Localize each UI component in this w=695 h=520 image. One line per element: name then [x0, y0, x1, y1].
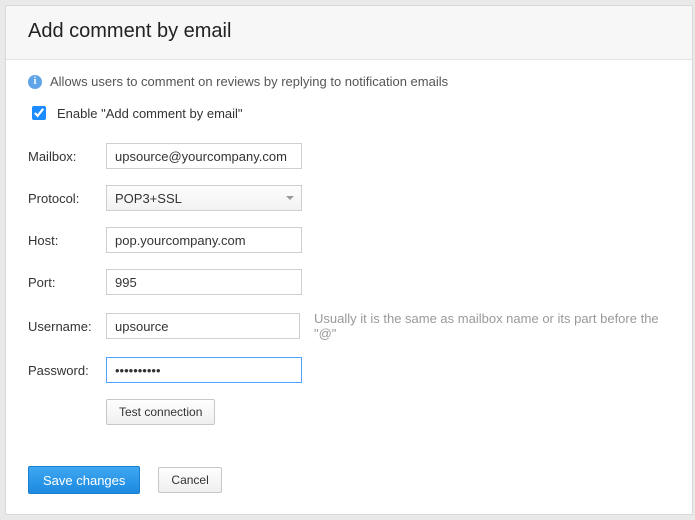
- enable-label: Enable "Add comment by email": [57, 106, 243, 121]
- host-input[interactable]: [106, 227, 302, 253]
- port-input[interactable]: [106, 269, 302, 295]
- info-row: i Allows users to comment on reviews by …: [28, 74, 670, 89]
- enable-checkbox[interactable]: [32, 106, 46, 120]
- info-icon: i: [28, 75, 42, 89]
- cancel-button[interactable]: Cancel: [158, 467, 221, 493]
- username-hint: Usually it is the same as mailbox name o…: [314, 311, 670, 341]
- username-label: Username:: [28, 319, 106, 334]
- port-label: Port:: [28, 275, 106, 290]
- mailbox-row: Mailbox:: [28, 143, 670, 169]
- protocol-select[interactable]: POP3+SSL: [106, 185, 302, 211]
- password-input[interactable]: [106, 357, 302, 383]
- password-label: Password:: [28, 363, 106, 378]
- panel-body: i Allows users to comment on reviews by …: [6, 60, 692, 425]
- protocol-row: Protocol: POP3+SSL: [28, 185, 670, 211]
- protocol-label: Protocol:: [28, 191, 106, 206]
- mailbox-input[interactable]: [106, 143, 302, 169]
- page-title: Add comment by email: [28, 20, 670, 43]
- port-row: Port:: [28, 269, 670, 295]
- footer-actions: Save changes Cancel: [28, 466, 222, 494]
- save-button[interactable]: Save changes: [28, 466, 140, 494]
- host-label: Host:: [28, 233, 106, 248]
- username-input[interactable]: [106, 313, 300, 339]
- password-row: Password:: [28, 357, 670, 383]
- enable-checkbox-row: Enable "Add comment by email": [28, 103, 670, 123]
- protocol-value: POP3+SSL: [115, 191, 182, 206]
- mailbox-label: Mailbox:: [28, 149, 106, 164]
- add-comment-by-email-panel: Add comment by email i Allows users to c…: [5, 5, 693, 515]
- test-connection-row: Test connection: [28, 399, 670, 425]
- username-row: Username: Usually it is the same as mail…: [28, 311, 670, 341]
- test-connection-button[interactable]: Test connection: [106, 399, 215, 425]
- host-row: Host:: [28, 227, 670, 253]
- panel-header: Add comment by email: [6, 6, 692, 60]
- info-text: Allows users to comment on reviews by re…: [50, 74, 448, 89]
